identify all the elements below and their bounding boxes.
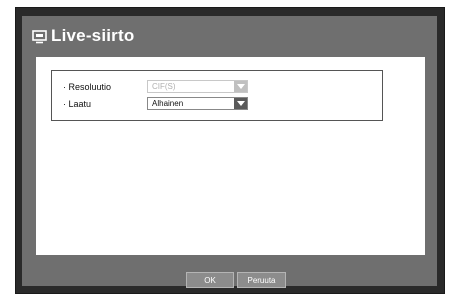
dialog-content: · Resoluutio CIF(S) · Laatu Alhainen — [36, 57, 425, 255]
dialog-titlebar: Live-siirto — [22, 16, 437, 56]
dialog-title: Live-siirto — [51, 26, 135, 45]
resolution-row: · Resoluutio CIF(S) — [52, 79, 382, 95]
monitor-frame: Live-siirto · Resoluutio CIF(S) · Laatu … — [16, 8, 444, 293]
quality-select[interactable]: Alhainen — [147, 97, 248, 110]
settings-group: · Resoluutio CIF(S) · Laatu Alhainen — [51, 70, 383, 121]
ok-button[interactable]: OK — [186, 272, 234, 288]
resolution-select[interactable]: CIF(S) — [147, 80, 248, 93]
quality-value: Alhainen — [152, 99, 184, 108]
chevron-down-icon[interactable] — [234, 81, 247, 92]
cancel-button[interactable]: Peruuta — [237, 272, 286, 288]
quality-label: · Laatu — [63, 99, 92, 109]
monitor-icon — [32, 30, 47, 44]
live-transfer-dialog: Live-siirto · Resoluutio CIF(S) · Laatu … — [22, 16, 437, 288]
resolution-label: · Resoluutio — [63, 82, 112, 92]
quality-row: · Laatu Alhainen — [52, 96, 382, 112]
chevron-down-icon[interactable] — [234, 98, 247, 109]
resolution-value: CIF(S) — [152, 82, 176, 91]
